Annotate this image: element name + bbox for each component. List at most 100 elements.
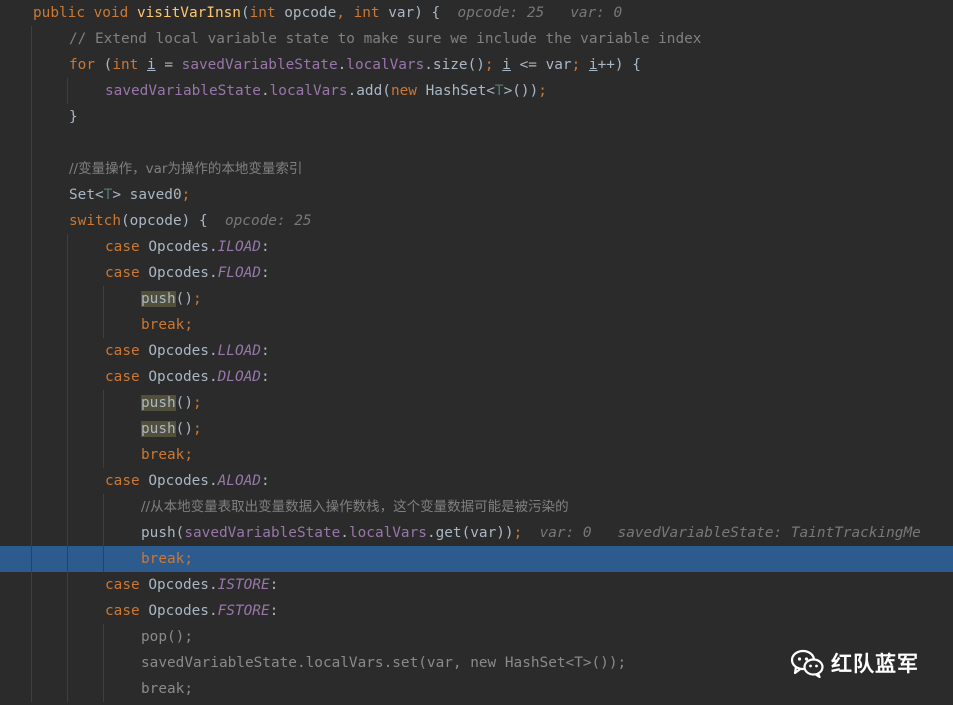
code-line[interactable]: for (int i = savedVariableState.localVar… bbox=[0, 52, 953, 78]
code-token: Opcodes. bbox=[148, 473, 218, 489]
code-token: new bbox=[390, 83, 426, 99]
watermark-text: 红队蓝军 bbox=[831, 652, 919, 676]
code-token: Opcodes. bbox=[148, 343, 218, 359]
code-token: ; bbox=[513, 525, 523, 541]
code-line[interactable]: case Opcodes.ALOAD: bbox=[0, 468, 953, 494]
code-token: visitVarInsn bbox=[136, 5, 241, 21]
code-text: //从本地变量表取出变量数据入操作数栈，这个变量数据可能是被污染的 bbox=[141, 494, 569, 520]
code-text: pop(); bbox=[141, 624, 193, 650]
code-token: case bbox=[105, 239, 149, 255]
indent-guide bbox=[67, 78, 68, 104]
indent-guide bbox=[67, 442, 68, 468]
code-token: : bbox=[260, 343, 270, 359]
code-line[interactable]: push(); bbox=[0, 286, 953, 312]
code-token: (opcode) { bbox=[120, 213, 208, 229]
code-line[interactable]: case Opcodes.FSTORE: bbox=[0, 598, 953, 624]
indent-guide bbox=[31, 546, 32, 572]
indent-guide bbox=[31, 156, 32, 182]
code-text: savedVariableState.localVars.add(new Has… bbox=[105, 78, 547, 104]
code-text: //变量操作，var为操作的本地变量索引 bbox=[69, 156, 302, 182]
code-token: ; bbox=[484, 57, 503, 73]
indent-guide bbox=[31, 520, 32, 546]
code-line[interactable]: //变量操作，var为操作的本地变量索引 bbox=[0, 156, 953, 182]
indent-guide bbox=[31, 364, 32, 390]
code-text: savedVariableState.localVars.set(var, ne… bbox=[141, 650, 626, 676]
code-line[interactable]: break; bbox=[0, 312, 953, 338]
code-token: HashSet< bbox=[425, 83, 495, 99]
code-line[interactable]: break; bbox=[0, 442, 953, 468]
code-text: } bbox=[69, 104, 78, 130]
code-text: public void visitVarInsn(int opcode, int… bbox=[33, 0, 622, 26]
indent-guide bbox=[31, 130, 32, 156]
indent-guide bbox=[103, 286, 104, 312]
code-line[interactable]: case Opcodes.ISTORE: bbox=[0, 572, 953, 598]
code-token: push( bbox=[141, 525, 185, 541]
code-token: int bbox=[353, 5, 389, 21]
code-line-current[interactable]: break; bbox=[0, 546, 953, 572]
code-token: ILOAD bbox=[217, 239, 261, 255]
code-token: : bbox=[260, 369, 270, 385]
code-line[interactable]: push(); bbox=[0, 390, 953, 416]
code-token: savedVariableState bbox=[105, 83, 261, 99]
code-token: FSTORE bbox=[217, 603, 270, 619]
indent-guide bbox=[67, 234, 68, 260]
code-token: T bbox=[494, 83, 504, 99]
indent-guide bbox=[31, 416, 32, 442]
indent-guide bbox=[67, 546, 68, 572]
indent-guide bbox=[67, 312, 68, 338]
indent-guide bbox=[67, 390, 68, 416]
code-line[interactable]: } bbox=[0, 104, 953, 130]
code-line[interactable]: case Opcodes.LLOAD: bbox=[0, 338, 953, 364]
indent-guide bbox=[103, 390, 104, 416]
wechat-icon bbox=[790, 648, 824, 678]
code-line[interactable]: push(savedVariableState.localVars.get(va… bbox=[0, 520, 953, 546]
indent-guide bbox=[67, 468, 68, 494]
code-token: break; bbox=[141, 317, 193, 333]
code-text: break; bbox=[141, 312, 193, 338]
code-line[interactable] bbox=[0, 130, 953, 156]
indent-guide bbox=[103, 624, 104, 650]
indent-guide bbox=[31, 286, 32, 312]
code-text: break; bbox=[141, 546, 193, 572]
code-token: . bbox=[340, 525, 349, 541]
code-line[interactable]: case Opcodes.DLOAD: bbox=[0, 364, 953, 390]
indent-guide bbox=[67, 650, 68, 676]
code-token: ; bbox=[192, 421, 202, 437]
indent-guide bbox=[31, 494, 32, 520]
code-line[interactable]: Set<T> saved0; bbox=[0, 182, 953, 208]
code-token: //从本地变量表取出变量数据入操作数栈，这个变量数据可能是被污染的 bbox=[141, 499, 569, 515]
code-text: for (int i = savedVariableState.localVar… bbox=[69, 52, 641, 78]
code-token: : bbox=[269, 577, 279, 593]
indent-guide bbox=[31, 78, 32, 104]
code-token: LLOAD bbox=[217, 343, 261, 359]
code-token: Set< bbox=[69, 187, 104, 203]
code-token: case bbox=[105, 473, 149, 489]
indent-guide bbox=[67, 416, 68, 442]
code-line[interactable]: //从本地变量表取出变量数据入操作数栈，这个变量数据可能是被污染的 bbox=[0, 494, 953, 520]
code-text: case Opcodes.DLOAD: bbox=[105, 364, 270, 390]
code-token: > saved0 bbox=[112, 187, 182, 203]
inlay-hint: var: 0 savedVariableState: TaintTracking… bbox=[522, 525, 921, 541]
indent-guide bbox=[31, 572, 32, 598]
code-text: break; bbox=[141, 442, 193, 468]
code-token: .size() bbox=[424, 57, 485, 73]
code-token: ; bbox=[192, 291, 202, 307]
code-token: ISTORE bbox=[217, 577, 270, 593]
code-line[interactable]: case Opcodes.ILOAD: bbox=[0, 234, 953, 260]
code-line[interactable]: case Opcodes.FLOAD: bbox=[0, 260, 953, 286]
code-token: , bbox=[336, 5, 354, 21]
indent-guide bbox=[67, 598, 68, 624]
code-token: () bbox=[175, 421, 193, 437]
code-line[interactable]: public void visitVarInsn(int opcode, int… bbox=[0, 0, 953, 26]
code-editor[interactable]: public void visitVarInsn(int opcode, int… bbox=[0, 0, 953, 705]
code-token: >()) bbox=[503, 83, 539, 99]
code-line[interactable]: push(); bbox=[0, 416, 953, 442]
code-text: // Extend local variable state to make s… bbox=[69, 26, 701, 52]
code-text: break; bbox=[141, 676, 193, 702]
code-token: localVars bbox=[346, 57, 425, 73]
code-token: . bbox=[260, 83, 270, 99]
code-line[interactable]: // Extend local variable state to make s… bbox=[0, 26, 953, 52]
code-line[interactable]: switch(opcode) { opcode: 25 bbox=[0, 208, 953, 234]
indent-guide bbox=[103, 520, 104, 546]
code-line[interactable]: savedVariableState.localVars.add(new Has… bbox=[0, 78, 953, 104]
